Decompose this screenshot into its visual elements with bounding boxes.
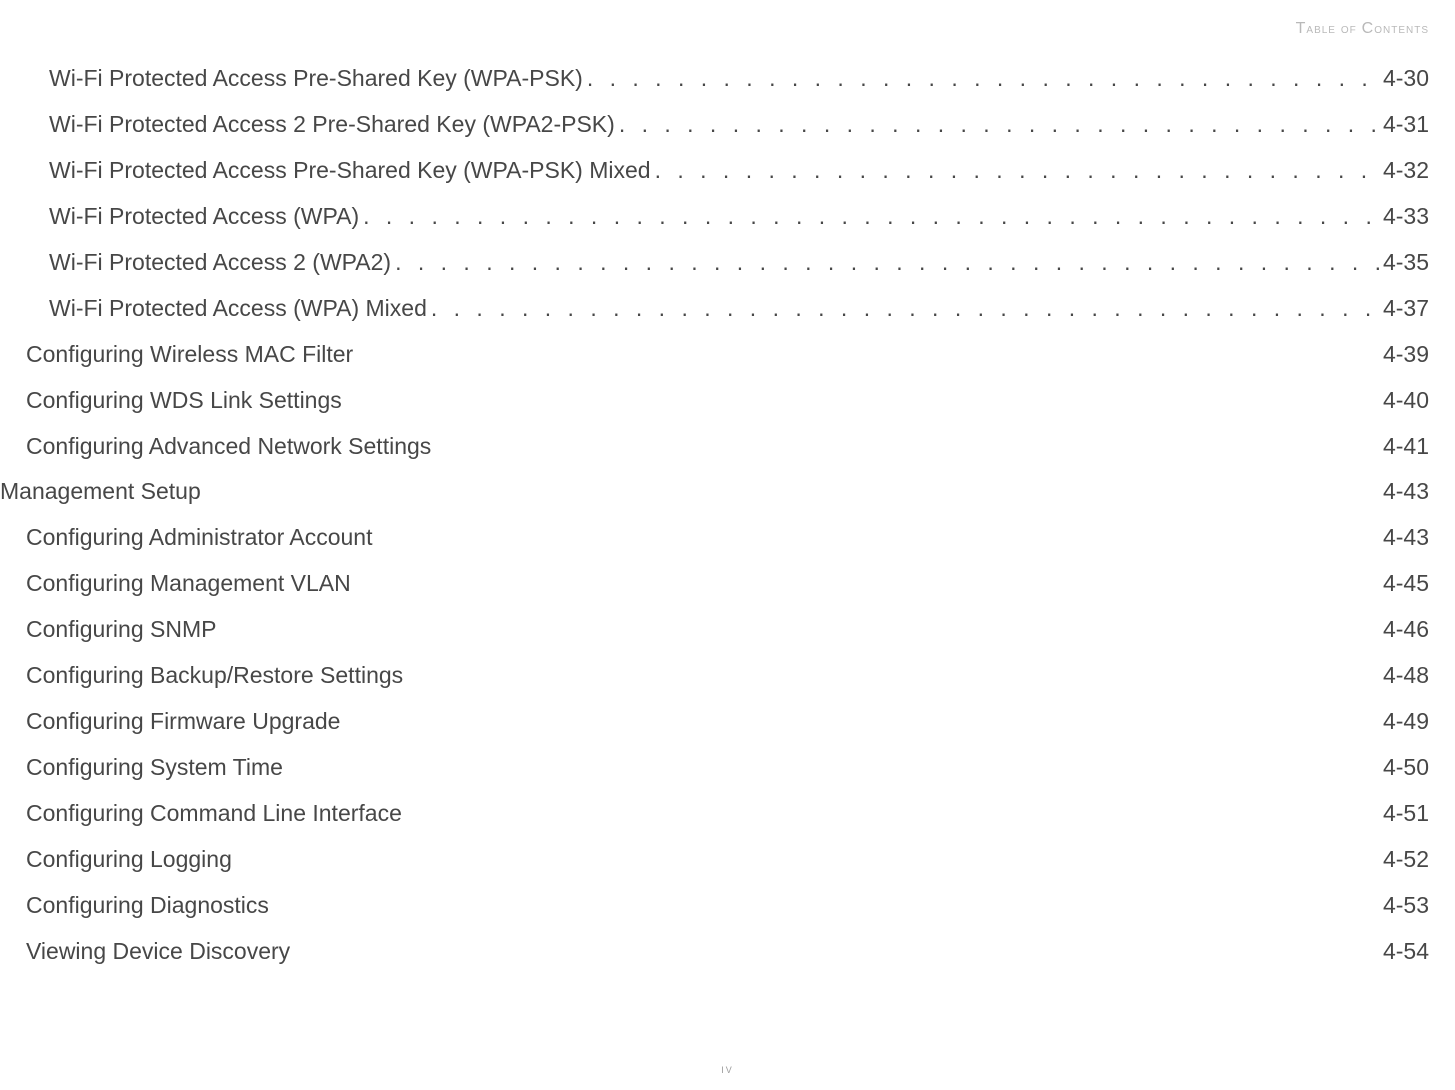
toc-entry[interactable]: Management Setup . . . . . . . . . . . .…: [0, 469, 1429, 515]
toc-entry-page: 4-50: [1383, 749, 1429, 787]
toc-leader: . . . . . . . . . . . . . . . . . . . . …: [619, 106, 1379, 144]
toc-entry[interactable]: Configuring Administrator Account . . . …: [0, 515, 1429, 561]
toc-leader: . . . . . . . . . . . . . . . . . . . . …: [287, 749, 1379, 787]
toc-entry[interactable]: Wi-Fi Protected Access Pre-Shared Key (W…: [0, 148, 1429, 194]
toc-entry-label: Configuring WDS Link Settings: [26, 382, 342, 420]
toc-entry-label: Configuring Management VLAN: [26, 565, 351, 603]
toc-leader: . . . . . . . . . . . . . . . . . . . . …: [435, 428, 1379, 466]
toc-leader: . . . . . . . . . . . . . . . . . . . . …: [357, 336, 1379, 374]
toc-entry-page: 4-45: [1383, 565, 1429, 603]
toc-entry[interactable]: Configuring System Time . . . . . . . . …: [0, 745, 1429, 791]
toc-entry[interactable]: Wi-Fi Protected Access Pre-Shared Key (W…: [0, 56, 1429, 102]
toc-entry-page: 4-33: [1383, 198, 1429, 236]
toc-entry-page: 4-46: [1383, 611, 1429, 649]
toc-entry-page: 4-54: [1383, 933, 1429, 971]
toc-entry-page: 4-39: [1383, 336, 1429, 374]
toc-entry[interactable]: Configuring Management VLAN . . . . . . …: [0, 561, 1429, 607]
toc-leader: . . . . . . . . . . . . . . . . . . . . …: [431, 290, 1379, 328]
toc-entry-page: 4-35: [1383, 244, 1429, 282]
toc-leader: . . . . . . . . . . . . . . . . . . . . …: [236, 841, 1379, 879]
toc-entry[interactable]: Configuring Diagnostics . . . . . . . . …: [0, 883, 1429, 929]
toc-entry-label: Wi-Fi Protected Access Pre-Shared Key (W…: [49, 152, 651, 190]
toc-entry[interactable]: Viewing Device Discovery . . . . . . . .…: [0, 929, 1429, 975]
toc-entry[interactable]: Wi-Fi Protected Access (WPA) Mixed . . .…: [0, 286, 1429, 332]
toc-entry-page: 4-41: [1383, 428, 1429, 466]
toc-leader: . . . . . . . . . . . . . . . . . . . . …: [655, 152, 1379, 190]
toc-entry[interactable]: Wi-Fi Protected Access 2 Pre-Shared Key …: [0, 102, 1429, 148]
toc-entry-page: 4-49: [1383, 703, 1429, 741]
toc-leader: . . . . . . . . . . . . . . . . . . . . …: [363, 198, 1379, 236]
toc-entry-label: Viewing Device Discovery: [26, 933, 290, 971]
toc-entry-page: 4-48: [1383, 657, 1429, 695]
toc-entry-label: Configuring Advanced Network Settings: [26, 428, 431, 466]
toc-entry-page: 4-31: [1383, 106, 1429, 144]
page-footer: iv: [0, 1061, 1455, 1076]
toc-entry-label: Configuring System Time: [26, 749, 283, 787]
toc-entry[interactable]: Configuring Advanced Network Settings . …: [0, 424, 1429, 470]
toc-entry[interactable]: Configuring WDS Link Settings . . . . . …: [0, 378, 1429, 424]
toc-entry-page: 4-43: [1383, 473, 1429, 511]
toc-leader: . . . . . . . . . . . . . . . . . . . . …: [344, 703, 1378, 741]
toc-entry-page: 4-30: [1383, 60, 1429, 98]
toc-leader: . . . . . . . . . . . . . . . . . . . . …: [294, 933, 1379, 971]
toc-entry-label: Configuring Command Line Interface: [26, 795, 402, 833]
toc-entry[interactable]: Configuring Wireless MAC Filter . . . . …: [0, 332, 1429, 378]
toc-leader: . . . . . . . . . . . . . . . . . . . . …: [376, 519, 1378, 557]
toc-entry-page: 4-52: [1383, 841, 1429, 879]
toc-entry-label: Wi-Fi Protected Access 2 Pre-Shared Key …: [49, 106, 615, 144]
toc-entry-label: Configuring Administrator Account: [26, 519, 372, 557]
toc-leader: . . . . . . . . . . . . . . . . . . . . …: [407, 657, 1379, 695]
toc-entry-label: Wi-Fi Protected Access (WPA) Mixed: [49, 290, 427, 328]
page-number: iv: [721, 1061, 734, 1076]
toc-entry[interactable]: Configuring SNMP . . . . . . . . . . . .…: [0, 607, 1429, 653]
toc-entry-page: 4-51: [1383, 795, 1429, 833]
toc-leader: . . . . . . . . . . . . . . . . . . . . …: [346, 382, 1379, 420]
toc-list: Wi-Fi Protected Access Pre-Shared Key (W…: [0, 56, 1429, 975]
toc-entry-label: Configuring Firmware Upgrade: [26, 703, 340, 741]
toc-leader: . . . . . . . . . . . . . . . . . . . . …: [273, 887, 1379, 925]
toc-leader: . . . . . . . . . . . . . . . . . . . . …: [205, 473, 1379, 511]
toc-entry[interactable]: Wi-Fi Protected Access 2 (WPA2) . . . . …: [0, 240, 1429, 286]
toc-entry-label: Wi-Fi Protected Access Pre-Shared Key (W…: [49, 60, 583, 98]
toc-entry-label: Wi-Fi Protected Access (WPA): [49, 198, 359, 236]
toc-entry-page: 4-32: [1383, 152, 1429, 190]
toc-entry[interactable]: Configuring Command Line Interface . . .…: [0, 791, 1429, 837]
toc-entry-page: 4-40: [1383, 382, 1429, 420]
toc-leader: . . . . . . . . . . . . . . . . . . . . …: [395, 244, 1379, 282]
toc-entry-page: 4-53: [1383, 887, 1429, 925]
toc-leader: . . . . . . . . . . . . . . . . . . . . …: [220, 611, 1378, 649]
toc-entry-label: Configuring SNMP: [26, 611, 216, 649]
toc-entry-label: Configuring Backup/Restore Settings: [26, 657, 403, 695]
page-header-label: Table of Contents: [1296, 20, 1429, 38]
toc-entry-label: Wi-Fi Protected Access 2 (WPA2): [49, 244, 391, 282]
toc-entry-label: Configuring Diagnostics: [26, 887, 269, 925]
toc-leader: . . . . . . . . . . . . . . . . . . . . …: [355, 565, 1379, 603]
toc-entry[interactable]: Configuring Firmware Upgrade . . . . . .…: [0, 699, 1429, 745]
toc-entry-page: 4-37: [1383, 290, 1429, 328]
toc-entry[interactable]: Configuring Backup/Restore Settings . . …: [0, 653, 1429, 699]
toc-leader: . . . . . . . . . . . . . . . . . . . . …: [587, 60, 1379, 98]
toc-entry-page: 4-43: [1383, 519, 1429, 557]
toc-entry-label: Management Setup: [0, 473, 201, 511]
toc-entry-label: Configuring Wireless MAC Filter: [26, 336, 353, 374]
toc-entry[interactable]: Wi-Fi Protected Access (WPA) . . . . . .…: [0, 194, 1429, 240]
toc-leader: . . . . . . . . . . . . . . . . . . . . …: [406, 795, 1379, 833]
toc-entry-label: Configuring Logging: [26, 841, 232, 879]
toc-entry[interactable]: Configuring Logging . . . . . . . . . . …: [0, 837, 1429, 883]
